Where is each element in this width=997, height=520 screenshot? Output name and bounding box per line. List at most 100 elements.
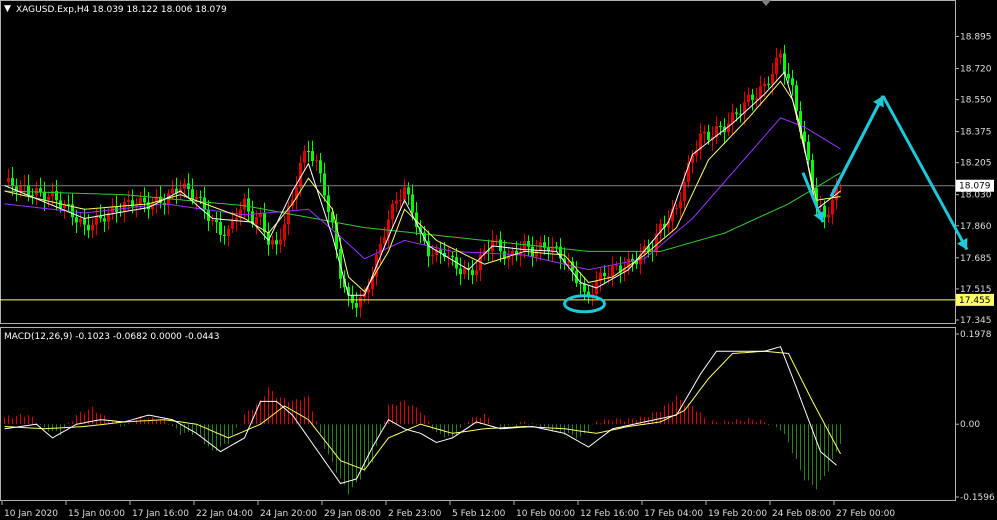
candle-body xyxy=(187,183,190,190)
candle-body xyxy=(783,53,786,74)
candle-body xyxy=(475,270,478,276)
candle-body xyxy=(215,219,218,223)
candle-body xyxy=(499,239,502,252)
candle-body xyxy=(243,198,246,210)
candle-body xyxy=(127,200,130,202)
candle-body xyxy=(751,94,754,100)
candle-body xyxy=(831,199,834,215)
chart-window[interactable]: 18.895 18.720 18.550 18.375 18.205 18.030 17.8… xyxy=(0,0,997,520)
candle-body xyxy=(123,201,126,213)
candle-body xyxy=(603,272,606,277)
time-tick-label: 17 Jan 16:00 xyxy=(132,509,189,519)
candle-body xyxy=(583,283,586,292)
candle-body xyxy=(27,185,30,195)
candle-body xyxy=(283,224,286,240)
candle-body xyxy=(11,177,14,187)
macd-tick-label: 0.00 xyxy=(960,420,980,430)
price-tick-label: 17.515 xyxy=(960,285,992,295)
candle-body xyxy=(191,189,194,200)
candle-body xyxy=(51,191,54,197)
candle-body xyxy=(827,214,830,218)
price-tick-label: 18.550 xyxy=(960,96,992,106)
time-tick-label: 2 Feb 23:00 xyxy=(388,509,442,519)
candle-body xyxy=(403,187,406,201)
candle-body xyxy=(279,239,282,245)
candle-body xyxy=(227,228,230,236)
candle-body xyxy=(303,150,306,163)
candle-body xyxy=(747,94,750,103)
candle-body xyxy=(211,219,214,221)
time-tick-label: 24 Jan 20:00 xyxy=(260,509,317,519)
candle-body xyxy=(523,241,526,252)
time-tick-label: 10 Feb 00:00 xyxy=(516,509,575,519)
candle-body xyxy=(395,200,398,204)
price-tick-label: 18.375 xyxy=(960,128,992,138)
candle-body xyxy=(683,182,686,202)
candle-body xyxy=(471,269,474,276)
candle-body xyxy=(679,201,682,208)
time-tick-label: 17 Feb 04:00 xyxy=(644,509,703,519)
candle-body xyxy=(767,83,770,85)
candle-body xyxy=(707,131,710,140)
time-tick-label: 27 Feb 00:00 xyxy=(836,509,895,519)
macd-tick-label: 0.1978 xyxy=(960,330,992,340)
candle-body xyxy=(839,187,842,189)
candle-body xyxy=(359,297,362,308)
time-tick-label: 22 Jan 04:00 xyxy=(196,509,253,519)
time-tick-label: 12 Feb 16:00 xyxy=(580,509,639,519)
menu-triangle-icon[interactable]: ▼ xyxy=(4,4,11,14)
candle-body xyxy=(807,141,810,160)
candle-body xyxy=(315,160,318,162)
candle-body xyxy=(351,295,354,304)
candle-body xyxy=(271,240,274,245)
time-tick-label: 10 Jan 2020 xyxy=(4,509,58,519)
candle-body xyxy=(231,220,234,229)
candle-body xyxy=(87,224,90,231)
candle-body xyxy=(495,239,498,241)
symbol-header: XAGUSD.Exp,H4 18.039 18.122 18.006 18.07… xyxy=(16,5,227,15)
price-tick-label: 17.345 xyxy=(960,316,992,326)
current-price-label: 18.079 xyxy=(959,182,991,192)
candle-body xyxy=(79,218,82,223)
candle-body xyxy=(615,265,618,267)
candle-body xyxy=(779,53,782,58)
candle-body xyxy=(787,73,790,79)
candle-body xyxy=(311,151,314,162)
candle-body xyxy=(319,160,322,174)
candle-body xyxy=(43,191,46,200)
candle-body xyxy=(223,234,226,236)
candle-body xyxy=(527,241,530,247)
candle-body xyxy=(367,289,370,293)
macd-tick-label: -0.1596 xyxy=(960,493,995,503)
candle-body xyxy=(391,203,394,220)
price-tick-label: 18.030 xyxy=(960,191,992,201)
candle-body xyxy=(611,265,614,276)
price-tick-label: 17.860 xyxy=(960,222,992,232)
candle-body xyxy=(459,268,462,275)
candle-body xyxy=(607,275,610,277)
candle-body xyxy=(7,177,10,182)
candle-body xyxy=(39,188,42,192)
candle-body xyxy=(31,194,34,196)
candle-body xyxy=(83,218,86,225)
candle-body xyxy=(755,98,758,100)
candle-body xyxy=(675,207,678,209)
candle-body xyxy=(407,187,410,195)
time-tick-label: 5 Feb 12:00 xyxy=(452,509,506,519)
candle-body xyxy=(735,112,738,114)
candle-body xyxy=(703,131,706,134)
price-tick-label: 18.895 xyxy=(960,32,992,42)
candle-body xyxy=(75,217,78,223)
candle-body xyxy=(451,255,454,258)
candle-body xyxy=(791,78,794,86)
candle-body xyxy=(307,150,310,152)
candle-body xyxy=(355,303,358,308)
candle-body xyxy=(411,194,414,213)
candle-body xyxy=(199,196,202,198)
candle-body xyxy=(195,196,198,200)
candle-body xyxy=(91,224,94,231)
price-chart[interactable]: 18.895 18.720 18.550 18.375 18.205 18.030 17.8… xyxy=(0,0,997,520)
time-tick-label: 15 Jan 00:00 xyxy=(68,509,125,519)
time-tick-label: 29 Jan 08:00 xyxy=(324,509,381,519)
candle-body xyxy=(219,222,222,235)
